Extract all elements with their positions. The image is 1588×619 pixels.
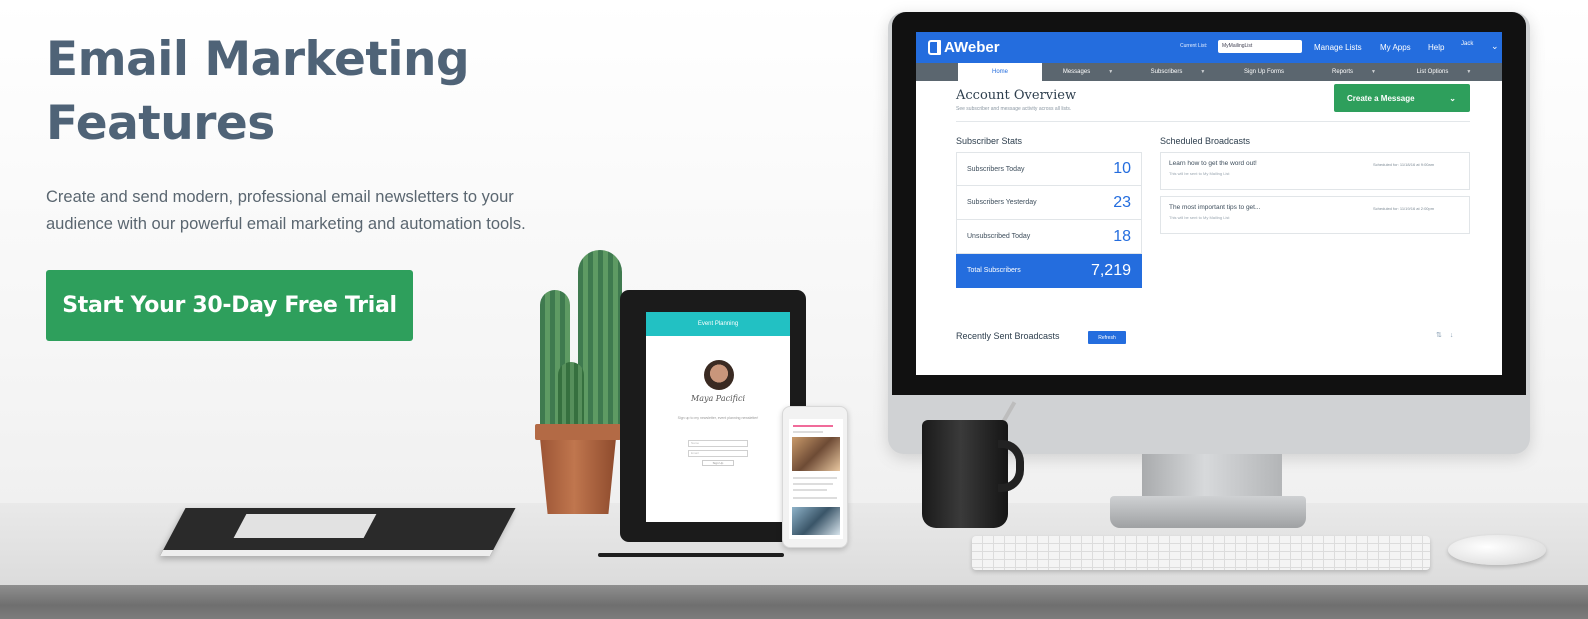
stat-value: 23 <box>1113 193 1131 211</box>
tab-messages-label: Messages <box>1062 69 1091 75</box>
user-name: Jack <box>1461 41 1474 47</box>
stat-row: Unsubscribed Today 18 <box>956 220 1142 254</box>
current-list-label: Current List: <box>1180 43 1208 49</box>
tab-sign-up-forms: Sign Up Forms <box>1222 63 1306 81</box>
monitor-stand-base <box>1110 496 1306 528</box>
chevron-down-icon: ⌄ <box>1449 93 1456 103</box>
tab-list-options: List Options ▼ <box>1394 63 1494 81</box>
tab-sign-up-forms-label: Sign Up Forms <box>1243 69 1284 75</box>
chevron-down-icon: ▼ <box>1371 69 1376 75</box>
notebook-label <box>233 514 377 538</box>
aweber-top-bar: AWeber Current List: MyMailingList Manag… <box>916 32 1502 63</box>
stat-value: 10 <box>1113 160 1131 177</box>
recent-broadcasts-title: Recently Sent Broadcasts <box>956 331 1060 341</box>
phone-text-line <box>793 477 837 479</box>
phone-text-line <box>793 489 827 491</box>
chevron-down-icon: ▼ <box>1108 69 1114 75</box>
chevron-down-icon: ▼ <box>1200 69 1206 75</box>
tab-subscribers: Subscribers ▼ <box>1136 63 1220 81</box>
avatar <box>704 360 734 390</box>
phone-text-line <box>793 431 823 433</box>
sort-icon: ⇅↓ <box>1436 332 1462 339</box>
stat-row: Subscribers Today 10 <box>956 152 1142 186</box>
stat-label: Total Subscribers <box>967 267 1021 274</box>
desk-edge <box>0 585 1588 619</box>
phone-text-line <box>793 497 837 499</box>
broadcast-schedule: Scheduled for: 11/18/16 at 9:00am <box>1373 162 1435 167</box>
phone-photo <box>792 507 840 535</box>
refresh-button: Refresh <box>1088 331 1126 344</box>
subscriber-stats-title: Subscriber Stats <box>956 136 1023 146</box>
aweber-logo-icon <box>928 40 941 55</box>
mouse <box>1448 535 1546 565</box>
phone-device <box>782 406 848 548</box>
coffee-mug <box>922 420 1008 528</box>
tablet-header: Event Planning <box>646 312 790 336</box>
account-overview-title: Account Overview <box>956 88 1077 103</box>
signature: Maya Pacifici <box>691 394 745 403</box>
monitor-stand-neck <box>1142 454 1282 500</box>
create-message-button: Create a Message ⌄ <box>1334 84 1470 112</box>
tab-messages: Messages ▼ <box>1046 63 1130 81</box>
broadcast-item: The most important tips to get... This w… <box>1160 196 1470 234</box>
phone-screen <box>789 419 843 539</box>
account-overview-subtitle: See subscriber and message activity acro… <box>956 106 1072 112</box>
page-title: Email Marketing Features <box>46 28 566 156</box>
monitor-bezel: AWeber Current List: MyMailingList Manag… <box>892 12 1526 395</box>
stat-value: 18 <box>1113 227 1131 245</box>
pencil-image <box>598 553 784 557</box>
stat-row: Subscribers Yesterday 23 <box>956 186 1142 220</box>
current-list-select: MyMailingList <box>1218 40 1302 53</box>
phone-text-line <box>793 483 833 485</box>
chevron-down-icon: ⌄ <box>1491 41 1499 51</box>
broadcast-schedule: Scheduled for: 11/19/16 at 2:00pm <box>1373 206 1435 211</box>
tab-reports-label: Reports <box>1332 69 1354 75</box>
email-field: Email <box>688 450 748 457</box>
nav-help: Help <box>1428 43 1445 52</box>
hero-section: Email Marketing Features Create and send… <box>46 28 566 238</box>
phone-photo <box>792 437 840 471</box>
start-free-trial-button[interactable]: Start Your 30-Day Free Trial <box>46 270 413 341</box>
stat-value: 7,219 <box>1090 261 1131 279</box>
aweber-logo-text: AWeber <box>944 39 1000 56</box>
aweber-dashboard-screen: AWeber Current List: MyMailingList Manag… <box>916 32 1502 375</box>
plant-pot <box>540 438 616 514</box>
aweber-logo: AWeber <box>928 39 1000 56</box>
tab-reports: Reports ▼ <box>1312 63 1396 81</box>
page-title-line-1: Email Marketing <box>46 32 470 87</box>
stat-row-total: Total Subscribers 7,219 <box>956 254 1142 288</box>
monitor: AWeber Current List: MyMailingList Manag… <box>888 12 1530 454</box>
broadcast-recipient: This will be sent to My Mailing List <box>1169 171 1230 176</box>
nav-manage-lists: Manage Lists <box>1314 43 1362 52</box>
signup-button: Sign Up <box>702 460 734 466</box>
broadcast-recipient: This will be sent to My Mailing List <box>1169 215 1230 220</box>
tab-home: Home <box>958 63 1042 81</box>
chevron-down-icon: ▼ <box>1466 69 1472 75</box>
plant-pot-rim <box>535 424 621 440</box>
page-title-line-2: Features <box>46 96 275 151</box>
tab-home-label: Home <box>991 69 1008 75</box>
scheduled-broadcasts-title: Scheduled Broadcasts <box>1160 136 1251 146</box>
tab-list-options-label: List Options <box>1416 69 1449 75</box>
user-menu: Jack <box>1461 40 1473 48</box>
stat-label: Unsubscribed Today <box>967 233 1031 240</box>
phone-header-bar <box>793 425 833 427</box>
stat-label: Subscribers Today <box>967 165 1025 173</box>
tab-subscribers-label: Subscribers <box>1150 69 1183 75</box>
cactus-image <box>578 250 622 430</box>
broadcast-item: Learn how to get the word out! This will… <box>1160 152 1470 190</box>
tablet-screen: Event Planning Maya Pacifici Sign up to … <box>646 312 790 522</box>
nav-my-apps: My Apps <box>1380 43 1411 52</box>
stat-label: Subscribers Yesterday <box>967 199 1037 206</box>
hero-description: Create and send modern, professional ema… <box>46 188 526 233</box>
tablet-device: Event Planning Maya Pacifici Sign up to … <box>620 290 806 542</box>
aweber-tab-bar: Home Messages ▼ Subscribers ▼ Sign Up Form… <box>916 63 1502 81</box>
divider <box>956 121 1470 122</box>
signup-text: Sign up to my newsletter, event planning… <box>677 416 759 420</box>
create-message-label: Create a Message <box>1347 93 1415 103</box>
subscriber-stats-list: Subscribers Today 10 Subscribers Yesterd… <box>956 152 1142 288</box>
name-field: Name <box>688 440 748 447</box>
keyboard <box>972 536 1430 570</box>
